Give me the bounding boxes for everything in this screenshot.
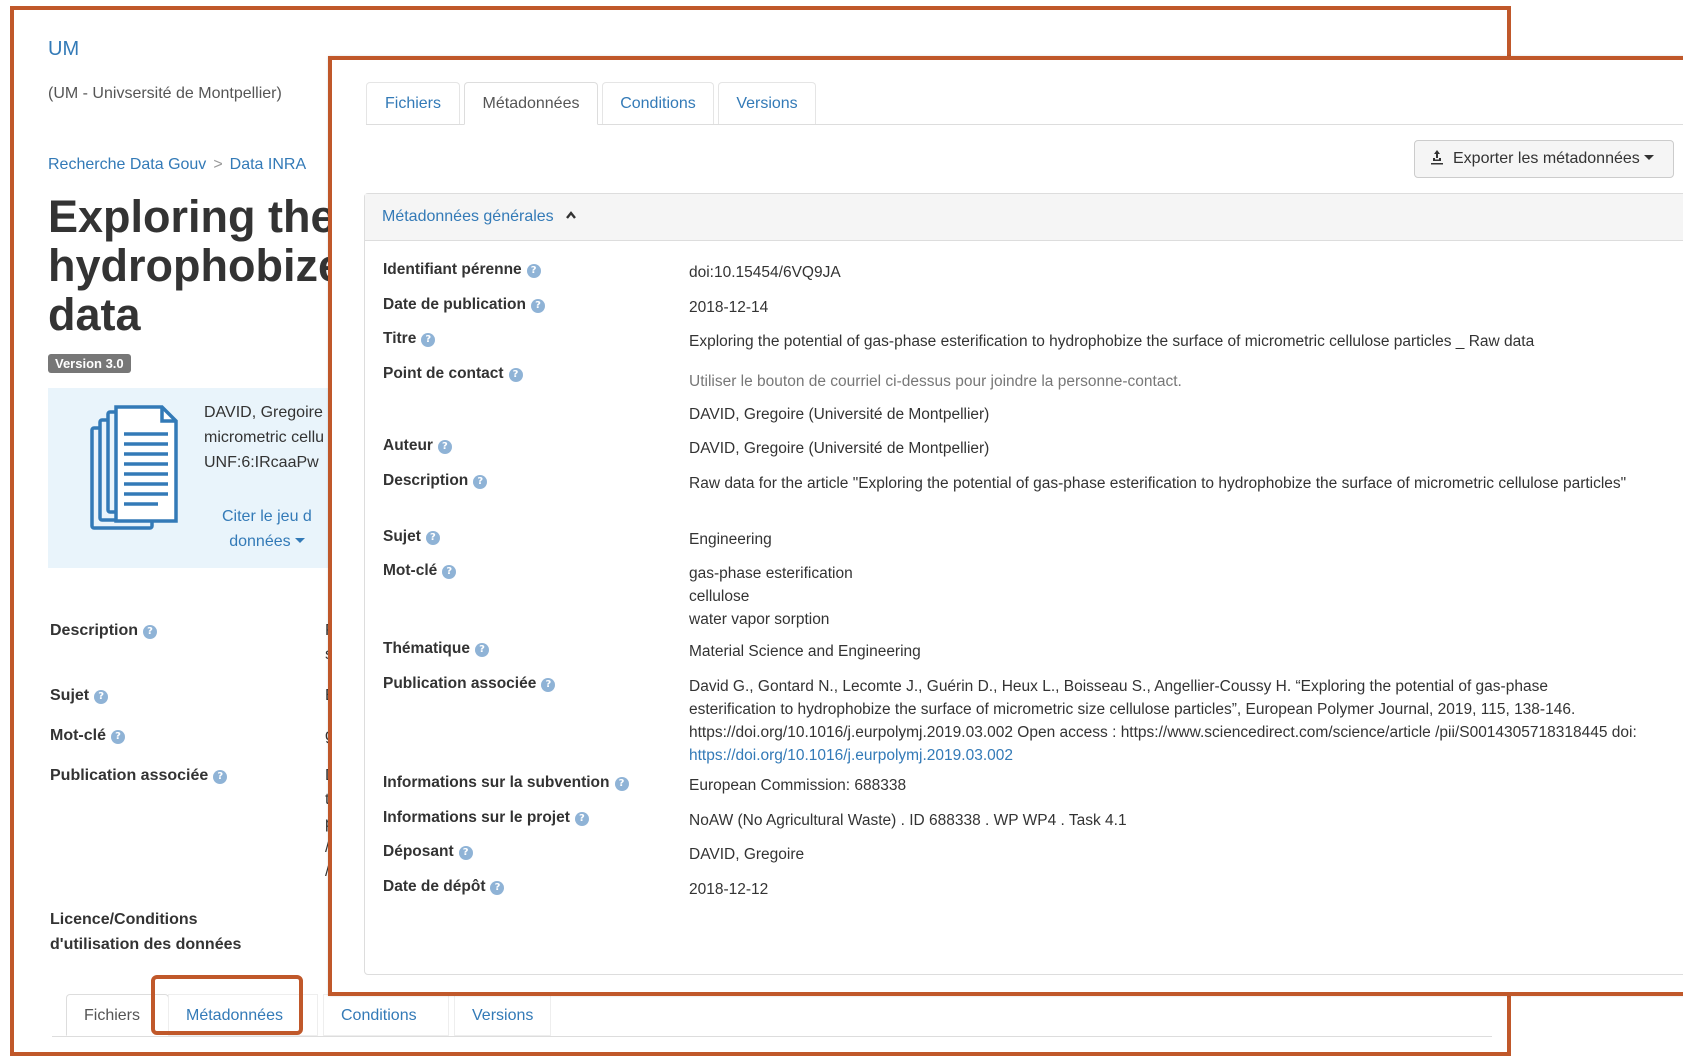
help-icon[interactable]: ? bbox=[526, 264, 541, 278]
field-value: European Commission: 688338 bbox=[689, 777, 907, 794]
field-label: Thématique bbox=[383, 640, 470, 657]
help-icon[interactable]: ? bbox=[473, 475, 488, 489]
field-value: 2018-12-14 bbox=[689, 299, 769, 316]
export-metadata-button[interactable]: Exporter les métadonnées bbox=[1414, 140, 1674, 178]
tab-conditions[interactable]: Conditions bbox=[602, 82, 714, 124]
help-icon[interactable]: ? bbox=[437, 440, 452, 454]
field-label: Sujet bbox=[383, 528, 421, 545]
help-icon[interactable]: ? bbox=[541, 678, 556, 692]
publication-text: David G., Gontard N., Lecomte J., Guérin… bbox=[689, 678, 1637, 741]
field-value: DAVID, Gregoire (Université de Montpelli… bbox=[689, 440, 990, 457]
keyword: cellulose bbox=[689, 588, 750, 605]
field-label: Titre bbox=[383, 330, 417, 347]
field-label: Publication associée bbox=[383, 675, 537, 692]
field-value: David G., Gontard N., Lecomte J., Guérin… bbox=[689, 675, 1639, 767]
metadata-tabs: Fichiers Métadonnées Conditions Versions bbox=[366, 82, 1683, 125]
help-icon[interactable]: ? bbox=[614, 777, 629, 791]
section-title: Métadonnées générales bbox=[382, 208, 554, 225]
chevron-up-icon bbox=[566, 211, 577, 219]
section-header[interactable]: Métadonnées générales bbox=[365, 194, 1683, 241]
help-icon[interactable]: ? bbox=[425, 531, 440, 545]
help-icon[interactable]: ? bbox=[530, 299, 545, 313]
field-label: Auteur bbox=[383, 437, 433, 454]
general-metadata-section: Métadonnées générales Identifiant pérenn… bbox=[364, 193, 1683, 975]
keyword-list: gas-phase esterification cellulose water… bbox=[689, 562, 1639, 631]
field-value: Engineering bbox=[689, 531, 772, 548]
field-value: DAVID, Gregoire bbox=[689, 846, 805, 863]
help-icon[interactable]: ? bbox=[458, 846, 473, 860]
field-label: Date de publication bbox=[383, 296, 526, 313]
help-icon[interactable]: ? bbox=[474, 643, 489, 657]
tab-files[interactable]: Fichiers bbox=[366, 82, 460, 124]
field-note: Utiliser le bouton de courriel ci-dessus… bbox=[689, 370, 1639, 393]
field-value: NoAW (No Agricultural Waste) . ID 688338… bbox=[689, 812, 1127, 829]
export-button-label: Exporter les métadonnées bbox=[1453, 150, 1640, 167]
field-label: Description bbox=[383, 472, 469, 489]
keyword: gas-phase esterification bbox=[689, 565, 853, 582]
metadata-zoom-panel: Fichiers Métadonnées Conditions Versions… bbox=[328, 56, 1683, 996]
field-value: 2018-12-12 bbox=[689, 881, 769, 898]
contact-note: Utiliser le bouton de courriel ci-dessus… bbox=[689, 373, 1182, 390]
field-value: DAVID, Gregoire (Université de Montpelli… bbox=[689, 406, 990, 423]
field-label: Identifiant pérenne bbox=[383, 261, 522, 278]
metadata-tab-highlight bbox=[151, 975, 303, 1035]
export-icon bbox=[1431, 150, 1443, 165]
caret-down-icon bbox=[1643, 155, 1654, 160]
field-value: Raw data for the article "Exploring the … bbox=[689, 475, 1627, 492]
field-value: Exploring the potential of gas-phase est… bbox=[689, 333, 1535, 350]
help-icon[interactable]: ? bbox=[421, 333, 436, 347]
help-icon[interactable]: ? bbox=[508, 368, 523, 382]
field-label: Informations sur le projet bbox=[383, 809, 570, 826]
doi-link[interactable]: https://doi.org/10.1016/j.eurpolymj.2019… bbox=[689, 747, 1013, 764]
field-label: Date de dépôt bbox=[383, 878, 486, 895]
field-label: Mot-clé bbox=[383, 562, 438, 579]
keyword: water vapor sorption bbox=[689, 611, 830, 628]
field-label: Point de contact bbox=[383, 365, 504, 382]
field-label: Déposant bbox=[383, 843, 454, 860]
field-label: Informations sur la subvention bbox=[383, 774, 610, 791]
help-icon[interactable]: ? bbox=[574, 812, 589, 826]
tab-metadata-active[interactable]: Métadonnées bbox=[464, 82, 598, 125]
field-value: doi:10.15454/6VQ9JA bbox=[689, 264, 841, 281]
field-value: Material Science and Engineering bbox=[689, 643, 921, 660]
help-icon[interactable]: ? bbox=[490, 881, 505, 895]
help-icon[interactable]: ? bbox=[442, 565, 457, 579]
tab-versions[interactable]: Versions bbox=[718, 82, 816, 124]
